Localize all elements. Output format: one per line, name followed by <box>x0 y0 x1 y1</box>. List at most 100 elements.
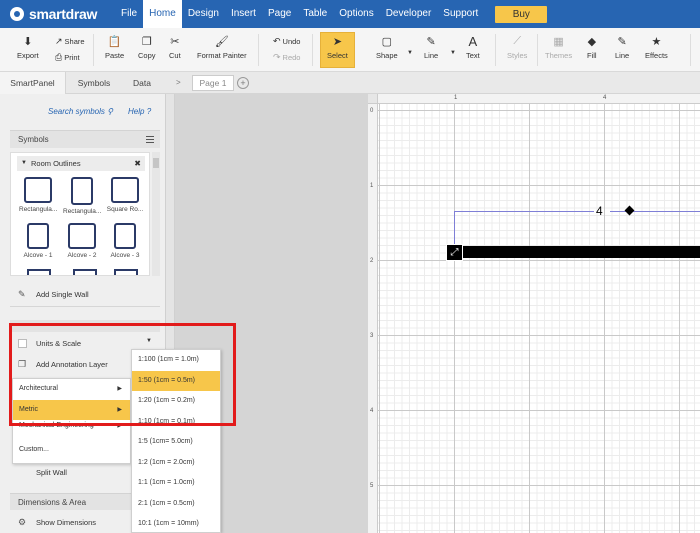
undo-button[interactable]: ↶ Undo <box>273 36 300 47</box>
square-icon: ▢ <box>381 35 393 48</box>
add-page-icon[interactable]: + <box>237 77 249 89</box>
annotation-highlight-box <box>9 323 236 426</box>
split-wall-label: Split Wall <box>36 468 67 477</box>
menu-page[interactable]: Page <box>262 0 297 28</box>
scrollbar-thumb[interactable] <box>153 158 159 168</box>
format-painter-button[interactable]: 🖌 Format Painter <box>197 34 247 61</box>
undo-label: Undo <box>282 37 301 46</box>
menu-item-scale[interactable]: 1:2 (1cm = 2.0cm) <box>132 453 220 474</box>
edit-wall-icon: ✎ <box>18 289 26 299</box>
symbol-label: Alcove - 2 <box>67 252 97 259</box>
caret-down-icon: ▼ <box>407 50 413 56</box>
close-library-icon[interactable]: ✖ <box>134 156 141 171</box>
dimension-label[interactable]: 4 <box>596 204 603 218</box>
scissors-icon: ✂ <box>170 35 180 48</box>
buy-button[interactable]: Buy <box>495 5 548 23</box>
ribbon-divider <box>537 34 538 66</box>
line-style-button[interactable]: ✎ Line <box>615 34 629 61</box>
share-label: Share <box>64 37 85 46</box>
help-label: Help <box>128 107 145 116</box>
styles-icon: ⟋ <box>513 34 522 47</box>
ruler-label: 1 <box>370 183 374 189</box>
show-dimensions-label: Show Dimensions <box>36 518 97 527</box>
ribbon-divider <box>93 34 94 66</box>
share-button[interactable]: ↗ Share <box>55 36 85 47</box>
dimension-line <box>610 211 700 212</box>
line-dropdown[interactable]: ▼ <box>450 50 456 56</box>
paste-label: Paste <box>105 51 125 60</box>
room-outline-icon <box>111 177 139 203</box>
line-style-icon: ✎ <box>617 35 627 48</box>
menu-table[interactable]: Table <box>297 0 333 28</box>
resize-handle-icon[interactable]: ⤢ <box>446 244 463 261</box>
cut-button[interactable]: ✂ Cut <box>169 34 181 61</box>
ribbon-divider <box>258 34 259 66</box>
line-button[interactable]: ✎ Line <box>424 34 439 61</box>
add-single-wall-label: Add Single Wall <box>36 290 89 299</box>
symbol-label: Rectangula... <box>19 206 58 213</box>
text-button[interactable]: A Text <box>466 34 480 61</box>
menu-design[interactable]: Design <box>182 0 225 28</box>
drawing-canvas[interactable] <box>378 104 700 533</box>
search-icon: ⚲ <box>107 107 114 116</box>
menu-bar: smartdraw File Home Design Insert Page T… <box>0 0 700 28</box>
menu-item-scale[interactable]: 1:1 (1cm = 1.0cm) <box>132 473 220 494</box>
add-single-wall-row[interactable]: ✎ Add Single Wall <box>18 289 89 300</box>
menu-support[interactable]: Support <box>437 0 484 28</box>
split-wall-row[interactable]: Split Wall <box>36 468 67 477</box>
themes-button[interactable]: ▦ Themes <box>545 34 573 61</box>
fill-button[interactable]: ◆ Fill <box>587 34 597 61</box>
symbol-alcove-2[interactable]: Alcove - 2 <box>63 223 101 259</box>
wall-shape[interactable] <box>446 246 700 258</box>
tab-symbols[interactable]: Symbols <box>66 72 122 94</box>
library-scrollbar[interactable] <box>152 152 160 276</box>
page-tab-scroll-arrow[interactable]: > <box>176 72 181 94</box>
menu-developer[interactable]: Developer <box>380 0 438 28</box>
styles-button[interactable]: ⟋ Styles <box>507 34 527 61</box>
help-link[interactable]: Help ? <box>128 107 151 116</box>
share-icon: ↗ <box>55 36 63 46</box>
ruler-label: 2 <box>370 258 374 264</box>
menu-item-scale[interactable]: 2:1 (1cm = 0.5cm) <box>132 494 220 515</box>
menu-file[interactable]: File <box>115 0 143 28</box>
menu-insert[interactable]: Insert <box>225 0 262 28</box>
effects-button[interactable]: ★ Effects <box>645 34 668 61</box>
menu-item-custom[interactable]: Custom... <box>13 437 130 463</box>
menu-item-scale[interactable]: 1:5 (1cm= 5.0cm) <box>132 432 220 453</box>
redo-button[interactable]: ↷ Redo <box>273 52 300 63</box>
redo-icon: ↷ <box>273 52 281 62</box>
menu-item-scale[interactable]: 10:1 (1cm = 10mm) <box>132 514 220 533</box>
menu-options[interactable]: Options <box>333 0 379 28</box>
symbol-rectangular-2[interactable]: Rectangula... <box>63 177 101 215</box>
symbol-alcove-3[interactable]: Alcove - 3 <box>106 223 144 259</box>
paste-button[interactable]: 📋 Paste <box>105 34 125 61</box>
fill-label: Fill <box>587 51 597 60</box>
print-button[interactable]: ⎙ Print <box>55 52 80 63</box>
show-dimensions-row[interactable]: ⚙ Show Dimensions <box>18 517 96 528</box>
dimensions-area-label: Dimensions & Area <box>18 498 87 507</box>
page-tab-1[interactable]: Page 1 <box>192 75 234 91</box>
line-label: Line <box>424 51 439 60</box>
shape-dropdown[interactable]: ▼ <box>407 50 413 56</box>
tab-data[interactable]: Data <box>122 72 162 94</box>
select-button[interactable]: ➤ Select <box>327 34 348 61</box>
symbols-header-label: Symbols <box>18 135 49 144</box>
shape-label: Shape <box>376 51 398 60</box>
symbol-square-room[interactable]: Square Ro... <box>106 177 144 213</box>
shape-button[interactable]: ▢ Shape <box>376 34 398 61</box>
redo-label: Redo <box>282 53 301 62</box>
hamburger-menu-icon[interactable] <box>146 136 154 143</box>
symbol-label: Alcove - 1 <box>23 252 53 259</box>
symbols-section-header: Symbols <box>10 130 160 148</box>
search-symbols-link[interactable]: Search symbols ⚲ <box>48 107 113 116</box>
print-label: Print <box>64 53 80 62</box>
export-button[interactable]: ⬇ Export <box>17 34 39 61</box>
menu-home[interactable]: Home <box>143 0 182 28</box>
tab-smartpanel[interactable]: SmartPanel <box>0 72 66 94</box>
symbol-alcove-1[interactable]: Alcove - 1 <box>19 223 57 259</box>
line-pen-icon: ✎ <box>426 35 436 48</box>
themes-label: Themes <box>545 51 573 60</box>
symbol-rectangular-1[interactable]: Rectangula... <box>19 177 57 213</box>
library-header[interactable]: ▼ Room Outlines ✖ <box>17 156 145 171</box>
copy-button[interactable]: ❐ Copy <box>138 34 156 61</box>
